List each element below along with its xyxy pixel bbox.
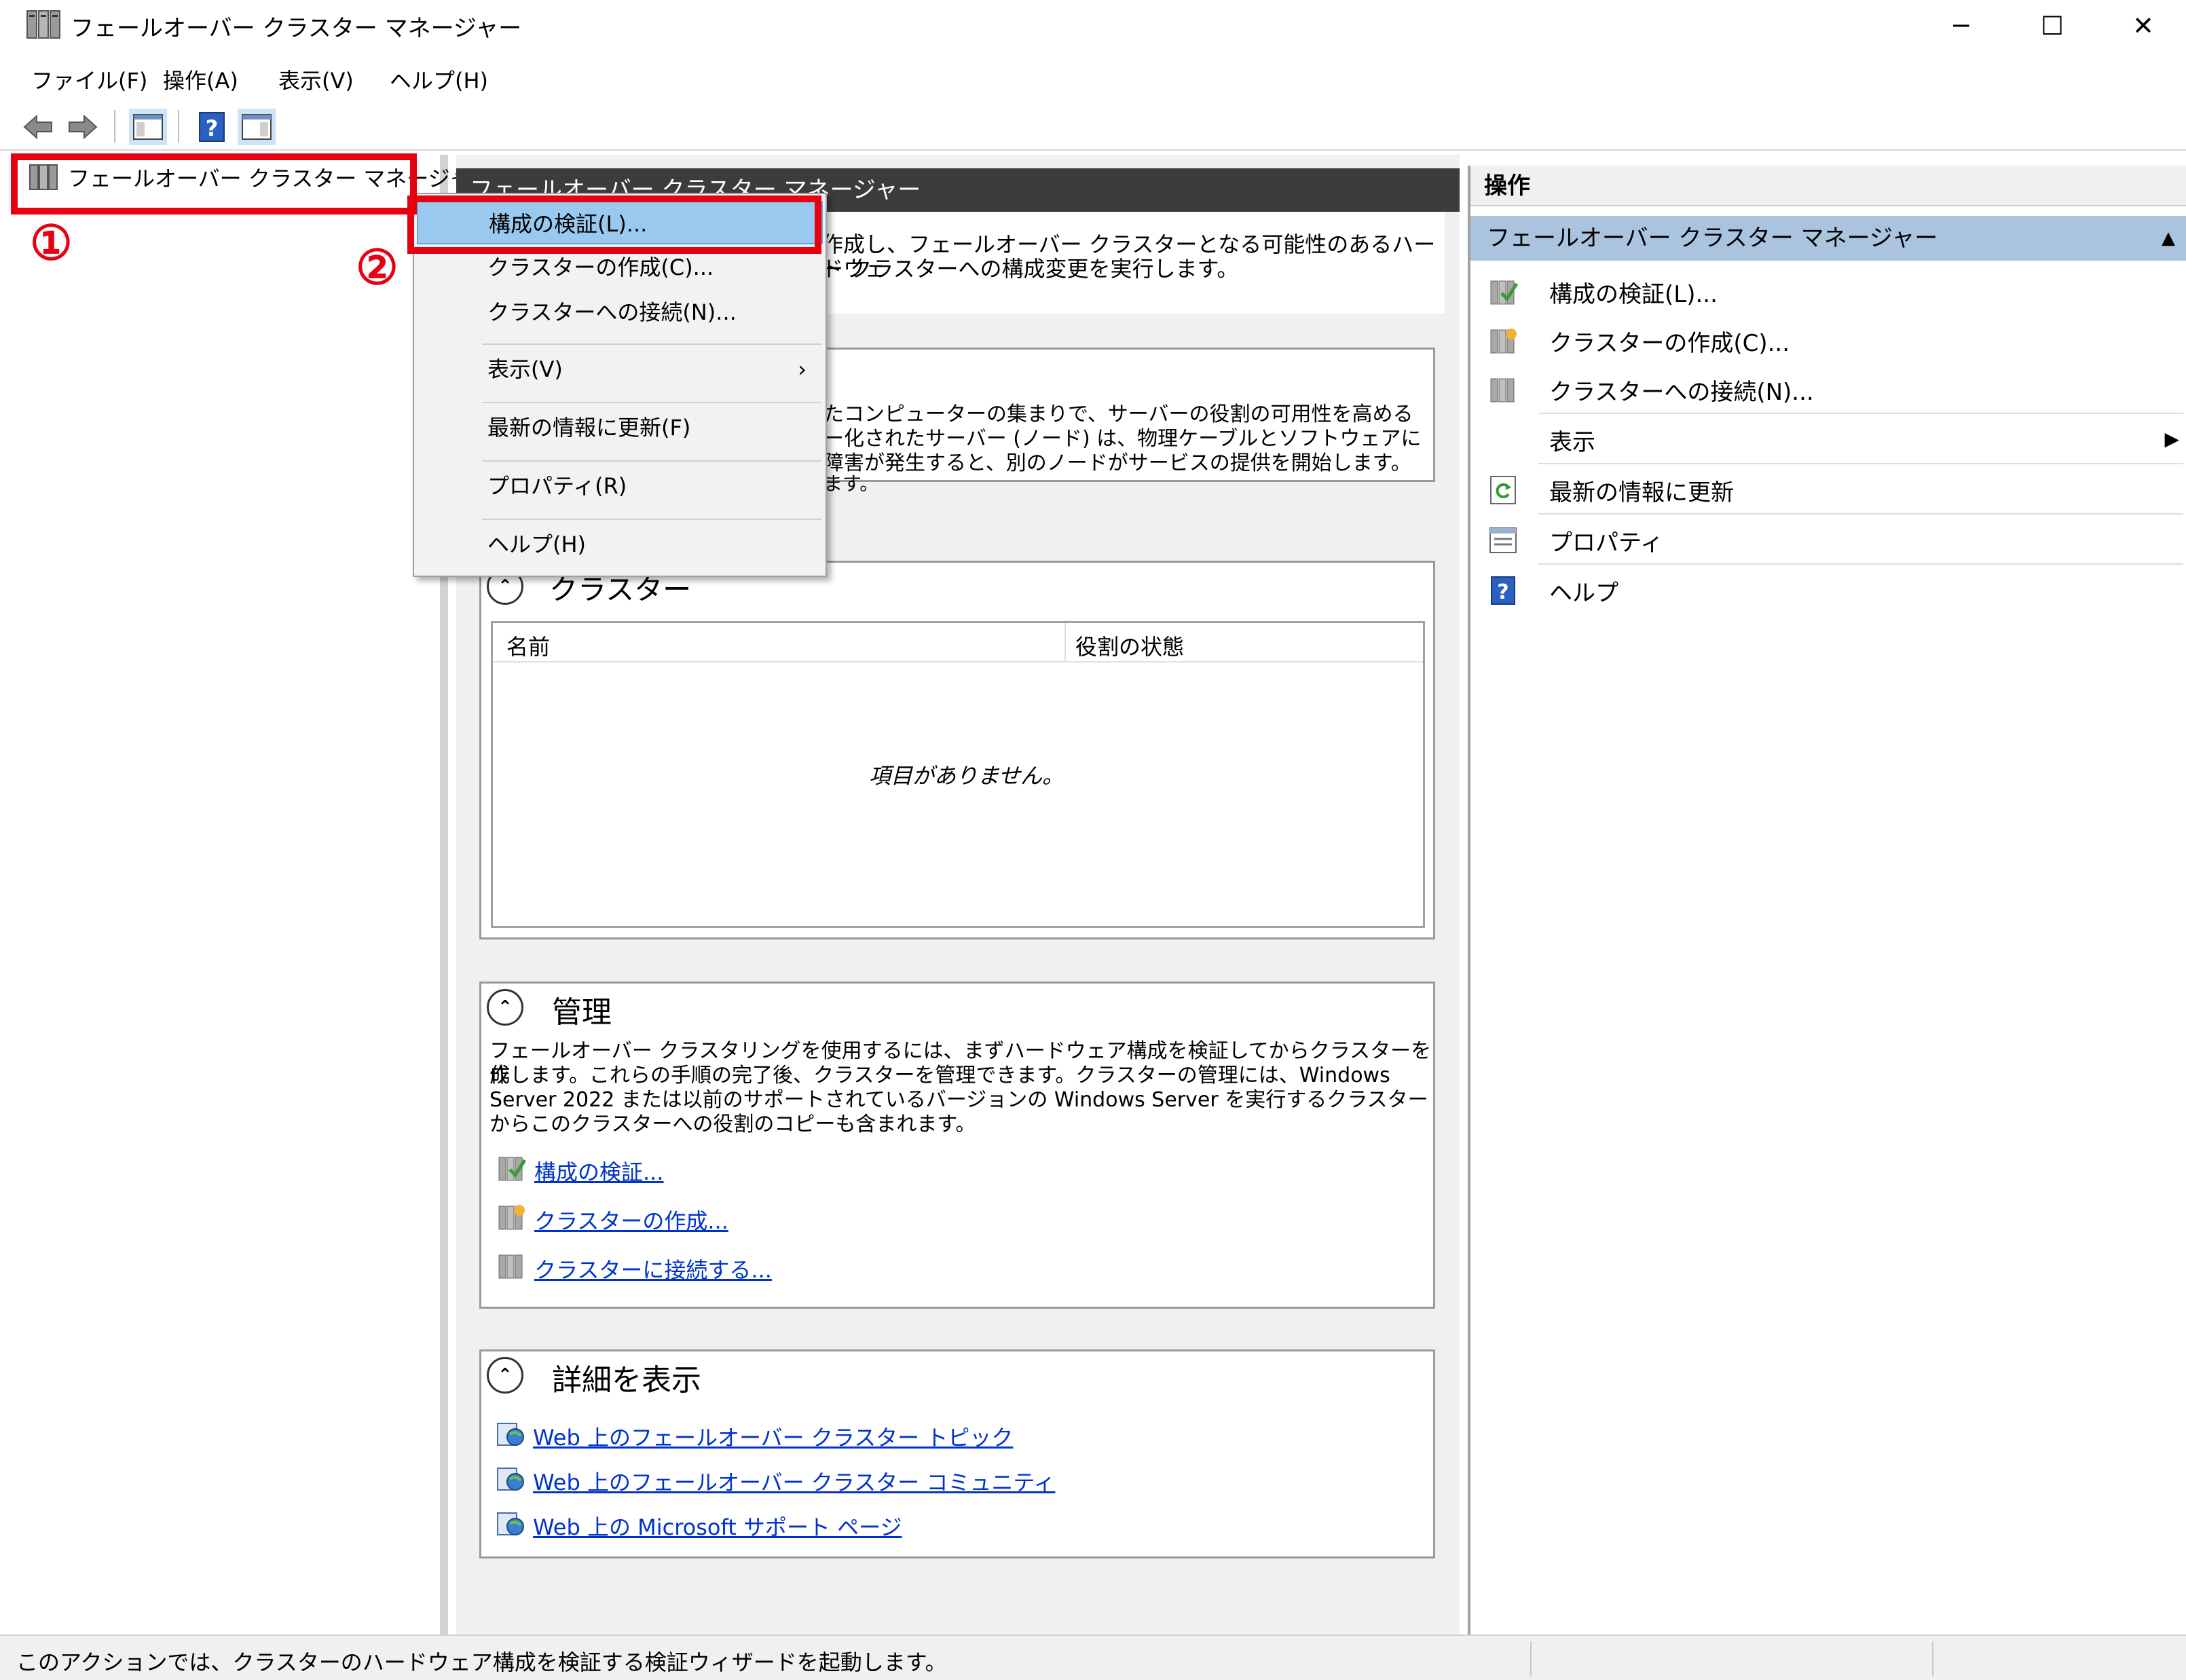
create-cluster-icon — [1487, 324, 1519, 357]
action-refresh[interactable]: 最新の情報に更新 — [1470, 466, 2186, 515]
validate-configuration-icon — [1487, 276, 1519, 308]
menu-help[interactable]: ヘルプ(H) — [390, 64, 488, 95]
svg-text:?: ? — [206, 115, 219, 141]
clusters-list-header: 名前 役割の状態 — [493, 623, 1423, 662]
menu-action[interactable]: 操作(A) — [163, 64, 238, 95]
context-menu-properties[interactable]: プロパティ(R) — [417, 464, 823, 508]
context-menu-view[interactable]: 表示(V) › — [417, 348, 823, 391]
minimize-button[interactable]: ─ — [1914, 0, 2008, 52]
link-microsoft-support[interactable]: Web 上の Microsoft サポート ページ — [496, 1509, 902, 1543]
actions-separator — [1538, 463, 2183, 464]
tree-item-label: フェールオーバー クラスター マネージャー — [68, 166, 493, 191]
maximize-button[interactable]: ☐ — [2005, 0, 2099, 52]
action-help[interactable]: ? ヘルプ — [1470, 566, 2186, 615]
status-text: このアクションでは、クラスターのハードウェア構成を検証する検証ウィザードを起動し… — [16, 1649, 947, 1675]
context-menu-help[interactable]: ヘルプ(H) — [417, 523, 823, 566]
annotation-step-2: ② — [356, 239, 399, 295]
action-validate-configuration[interactable]: 構成の検証(L)... — [1470, 267, 2186, 316]
connect-cluster-icon — [496, 1251, 526, 1286]
overview-line3: 障害が発生すると、別のノードがサービスの提供を開始します。 — [823, 451, 1411, 475]
collapse-more-info-icon[interactable]: ⌃ — [487, 1357, 523, 1394]
actions-pane: 操作 フェールオーバー クラスター マネージャー ▲ 構成の検証(L)... ク… — [1468, 166, 2186, 1635]
close-button[interactable]: ✕ — [2096, 0, 2186, 52]
tree-item-failover-cluster-manager[interactable]: フェールオーバー クラスター マネージャー — [29, 162, 492, 193]
actions-header: 操作 — [1470, 166, 2186, 206]
console-tree-pane: フェールオーバー クラスター マネージャー — [14, 155, 492, 1635]
overview-line2: ー化されたサーバー (ノード) は、物理ケーブルとソフトウェアに — [823, 427, 1422, 451]
management-text-line2: 成します。これらの手順の完了後、クラスターを管理できます。クラスターの管理には、… — [489, 1064, 1390, 1087]
status-bar: このアクションでは、クラスターのハードウェア構成を検証する検証ウィザードを起動し… — [0, 1635, 2186, 1680]
clusters-box: ⌃ クラスター 名前 役割の状態 項目がありません。 — [479, 561, 1435, 939]
management-text-line3: Server 2022 または以前のサポートされているバージョンの Window… — [489, 1088, 1428, 1112]
refresh-icon — [1487, 474, 1519, 506]
context-menu-connect[interactable]: クラスターへの接続(N)... — [417, 291, 823, 334]
action-connect-cluster[interactable]: クラスターへの接続(N)... — [1470, 365, 2186, 414]
cluster-manager-app-icon — [26, 10, 61, 46]
context-menu-separator — [482, 519, 821, 520]
link-web-community[interactable]: Web 上のフェールオーバー クラスター コミュニティ — [496, 1464, 1055, 1498]
title-bar: フェールオーバー クラスター マネージャー ─ ☐ ✕ — [0, 0, 2186, 52]
help-icon: ? — [1487, 574, 1519, 607]
show-hide-action-pane-icon[interactable] — [238, 109, 276, 145]
web-globe-icon — [496, 1464, 525, 1498]
context-menu-separator — [482, 343, 821, 345]
svg-text:?: ? — [1497, 580, 1508, 604]
management-title: 管理 — [552, 995, 612, 1030]
show-hide-console-tree-icon[interactable] — [129, 109, 167, 145]
annotation-step-1: ① — [30, 214, 73, 271]
action-properties[interactable]: プロパティ — [1470, 516, 2186, 565]
action-view[interactable]: 表示 ▶ — [1470, 415, 2186, 464]
status-separator — [1530, 1641, 1532, 1677]
intro-text-line2: ー クラスターへの構成変更を実行します。 — [821, 256, 1239, 282]
web-globe-icon — [496, 1419, 525, 1453]
validate-configuration-icon — [496, 1153, 527, 1189]
column-header-role-state[interactable]: 役割の状態 — [1075, 630, 1184, 661]
actions-section-header[interactable]: フェールオーバー クラスター マネージャー ▲ — [1470, 216, 2186, 261]
toolbar-separator — [178, 110, 179, 143]
more-info-box: ⌃ 詳細を表示 Web 上のフェールオーバー クラスター トピック Web 上の… — [479, 1349, 1435, 1558]
more-info-title: 詳細を表示 — [552, 1363, 701, 1398]
collapse-arrow-icon[interactable]: ▲ — [2162, 216, 2175, 261]
actions-separator — [1538, 413, 2183, 414]
management-text-line4: からこのクラスターへの役割のコピーも含まれます。 — [489, 1113, 976, 1136]
context-menu-separator — [482, 402, 821, 403]
empty-list-message: 項目がありません。 — [869, 763, 1064, 789]
help-icon[interactable]: ? — [193, 109, 231, 145]
submenu-arrow-icon: › — [798, 356, 807, 382]
create-cluster-icon — [496, 1202, 526, 1237]
properties-icon — [1487, 524, 1519, 557]
status-separator — [1932, 1641, 1933, 1677]
overview-line1: たコンピューターの集まりで、サーバーの役割の可用性を高める — [823, 403, 1413, 426]
cluster-manager-icon — [29, 164, 58, 191]
menu-bar: ファイル(F) 操作(A) 表示(V) ヘルプ(H) — [0, 58, 2186, 98]
link-connect-cluster[interactable]: クラスターに接続する... — [496, 1251, 772, 1286]
toolbar: ? — [0, 102, 2186, 151]
actions-separator — [1538, 513, 2183, 515]
action-create-cluster[interactable]: クラスターの作成(C)... — [1470, 316, 2186, 365]
submenu-arrow-icon: ▶ — [2164, 428, 2179, 450]
link-validate-configuration[interactable]: 構成の検証... — [496, 1153, 664, 1189]
actions-separator — [1538, 563, 2183, 565]
overview-line4: ます。 — [823, 472, 879, 495]
menu-view[interactable]: 表示(V) — [278, 64, 354, 95]
context-menu-refresh[interactable]: 最新の情報に更新(F) — [417, 406, 823, 449]
link-web-topics[interactable]: Web 上のフェールオーバー クラスター トピック — [496, 1419, 1013, 1453]
column-divider — [1064, 623, 1066, 662]
link-create-cluster[interactable]: クラスターの作成... — [496, 1202, 728, 1237]
forward-arrow-icon[interactable] — [64, 109, 102, 145]
toolbar-separator — [114, 110, 115, 143]
context-menu-separator — [482, 460, 821, 462]
context-menu-validate[interactable]: 構成の検証(L)... — [417, 201, 823, 244]
context-menu-create[interactable]: クラスターの作成(C)... — [417, 246, 823, 289]
back-arrow-icon[interactable] — [19, 109, 57, 145]
management-box: ⌃ 管理 フェールオーバー クラスタリングを使用するには、まずハードウェア構成を… — [479, 982, 1435, 1309]
clusters-list[interactable]: 名前 役割の状態 項目がありません。 — [491, 621, 1425, 928]
connect-cluster-icon — [1487, 373, 1519, 406]
menu-file[interactable]: ファイル(F) — [31, 64, 147, 95]
window-title: フェールオーバー クラスター マネージャー — [71, 15, 522, 42]
column-header-name[interactable]: 名前 — [506, 630, 550, 661]
web-globe-icon — [496, 1509, 525, 1543]
context-menu: 構成の検証(L)... クラスターの作成(C)... クラスターへの接続(N).… — [413, 193, 827, 577]
collapse-management-icon[interactable]: ⌃ — [487, 989, 523, 1026]
